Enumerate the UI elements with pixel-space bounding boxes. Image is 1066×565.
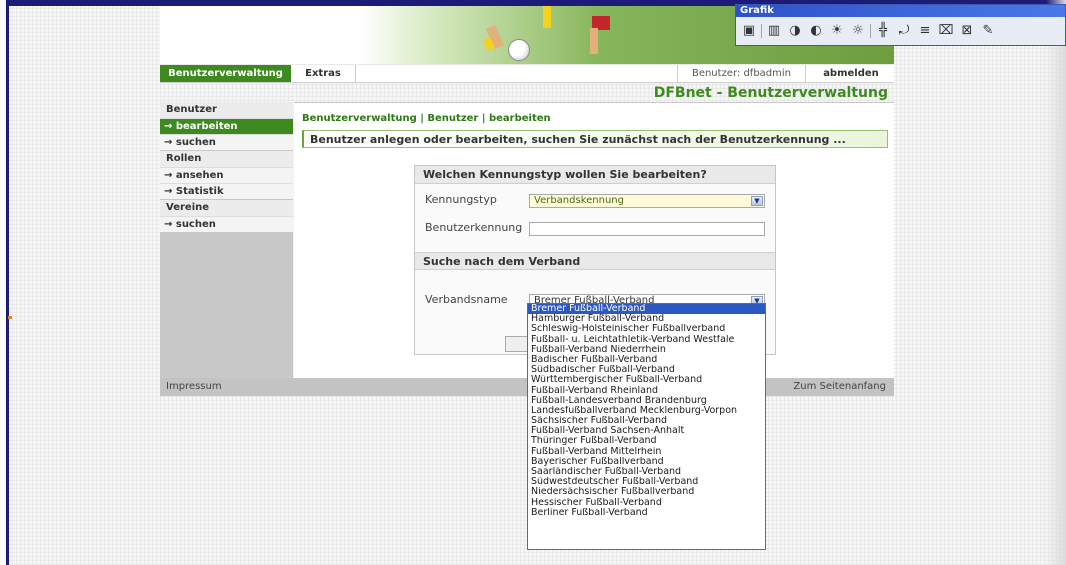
separator: [761, 24, 762, 38]
image-icon[interactable]: ▣: [740, 22, 758, 40]
main-nav: Benutzerverwaltung Extras Benutzer: dfba…: [160, 65, 894, 83]
separator: [870, 24, 871, 38]
crop-icon[interactable]: ╬: [874, 22, 892, 40]
dropdown-option[interactable]: Bayerischer Fußballverband: [528, 457, 765, 467]
edge-marker: [8, 316, 12, 319]
dropdown-option[interactable]: Südbadischer Fußball-Verband: [528, 365, 765, 375]
brightness-icon[interactable]: ☀: [828, 22, 846, 40]
site-title: DFBnet - Benutzerverwaltung: [653, 85, 888, 101]
toolbar-icons: ▣ ▥ ◑ ◐ ☀ ☼ ╬ ⤾ ≡ ⌧ ⊠ ✎: [740, 21, 997, 41]
benutzerkennung-label: Benutzerkennung: [425, 221, 523, 234]
kennungstyp-value: Verbandskennung: [534, 195, 624, 206]
dropdown-option[interactable]: Thüringer Fußball-Verband: [528, 436, 765, 446]
dropdown-option[interactable]: Saarländischer Fußball-Verband: [528, 467, 765, 477]
line-style-icon[interactable]: ≡: [916, 22, 934, 40]
section-kennungstyp-title: Welchen Kennungstyp wollen Sie bearbeite…: [415, 166, 775, 184]
tab-extras[interactable]: Extras: [291, 65, 356, 82]
sidebar-head-vereine: Vereine: [160, 200, 293, 216]
info-message: Benutzer anlegen oder bearbeiten, suchen…: [302, 130, 888, 148]
contrast-icon[interactable]: ◑: [786, 22, 804, 40]
dropdown-option[interactable]: Schleswig-Holsteinischer Fußballverband: [528, 324, 765, 334]
verband-dropdown-list[interactable]: Bremer Fußball-Verband Hamburger Fußball-…: [527, 303, 766, 550]
benutzerkennung-input[interactable]: [529, 222, 765, 236]
dropdown-option[interactable]: Fußball-Landesverband Brandenburg: [528, 396, 765, 406]
kennungstyp-label: Kennungstyp: [425, 193, 497, 206]
dropdown-option[interactable]: Hamburger Fußball-Verband: [528, 314, 765, 324]
impressum-link[interactable]: Impressum: [166, 378, 222, 396]
sidebar-item-statistik[interactable]: → Statistik: [160, 183, 293, 199]
sidebar-item-vereine-suchen[interactable]: → suchen: [160, 216, 293, 232]
chevron-down-icon[interactable]: ▼: [751, 196, 763, 206]
tab-benutzerverwaltung[interactable]: Benutzerverwaltung: [160, 65, 291, 82]
dropdown-option[interactable]: Niedersächsischer Fußballverband: [528, 487, 765, 497]
sidebar-item-suchen[interactable]: → suchen: [160, 134, 293, 150]
football: [508, 39, 530, 61]
reset-icon[interactable]: ⊠: [958, 22, 976, 40]
window-border: [6, 0, 9, 565]
section-verband-title: Suche nach dem Verband: [415, 252, 775, 270]
player-sock-2: [543, 6, 551, 28]
dropdown-option[interactable]: Badischer Fußball-Verband: [528, 355, 765, 365]
grafik-toolbar: Grafik ▣ ▥ ◑ ◐ ☀ ☼ ╬ ⤾ ≡ ⌧ ⊠ ✎: [735, 4, 1066, 46]
dropdown-option[interactable]: Fußball-Verband Sachsen-Anhalt: [528, 426, 765, 436]
breadcrumb[interactable]: Benutzerverwaltung | Benutzer | bearbeit…: [302, 113, 551, 124]
dropdown-option[interactable]: Berliner Fußball-Verband: [528, 508, 765, 518]
dropdown-option[interactable]: Südwestdeutscher Fußball-Verband: [528, 477, 765, 487]
search-button[interactable]: [505, 336, 529, 352]
dropdown-option[interactable]: Bremer Fußball-Verband: [528, 304, 765, 315]
dropdown-option[interactable]: Landesfußballverband Mecklenburg-Vorpon: [528, 406, 765, 416]
contrast-minus-icon[interactable]: ◐: [807, 22, 825, 40]
dropdown-option[interactable]: Sächsischer Fußball-Verband: [528, 416, 765, 426]
player-leg-2: [590, 28, 598, 54]
right-shade: [1046, 0, 1066, 565]
rotate-icon[interactable]: ⤾: [895, 22, 913, 40]
back-to-top-link[interactable]: Zum Seitenanfang: [793, 378, 886, 396]
dropdown-option[interactable]: Fußball-Verband Rheinland: [528, 386, 765, 396]
logout-link[interactable]: abmelden: [814, 65, 888, 82]
pen-icon[interactable]: ✎: [979, 22, 997, 40]
toolbar-title[interactable]: Grafik: [736, 5, 1065, 17]
sidebar-head-benutzer: Benutzer: [160, 102, 293, 118]
brightness-minus-icon[interactable]: ☼: [849, 22, 867, 40]
kennungstyp-select[interactable]: Verbandskennung ▼: [529, 194, 765, 208]
verbandsname-label: Verbandsname: [425, 293, 508, 306]
dropdown-option[interactable]: Hessischer Fußball-Verband: [528, 498, 765, 508]
dropdown-option[interactable]: Württembergischer Fußball-Verband: [528, 375, 765, 385]
current-user: Benutzer: dfbadmin: [676, 65, 806, 82]
sidebar-head-rollen: Rollen: [160, 151, 293, 167]
sidebar: Benutzer → bearbeiten → suchen Rollen → …: [160, 102, 293, 378]
columns-icon[interactable]: ▥: [765, 22, 783, 40]
sidebar-item-bearbeiten[interactable]: → bearbeiten: [160, 118, 293, 134]
transparent-icon[interactable]: ⌧: [937, 22, 955, 40]
sidebar-item-ansehen[interactable]: → ansehen: [160, 167, 293, 183]
dropdown-option[interactable]: Fußball-Verband Niederrhein: [528, 345, 765, 355]
dropdown-option[interactable]: Fußball-Verband Mittelrhein: [528, 447, 765, 457]
dropdown-option[interactable]: Fußball- u. Leichtathletik-Verband Westf…: [528, 335, 765, 345]
